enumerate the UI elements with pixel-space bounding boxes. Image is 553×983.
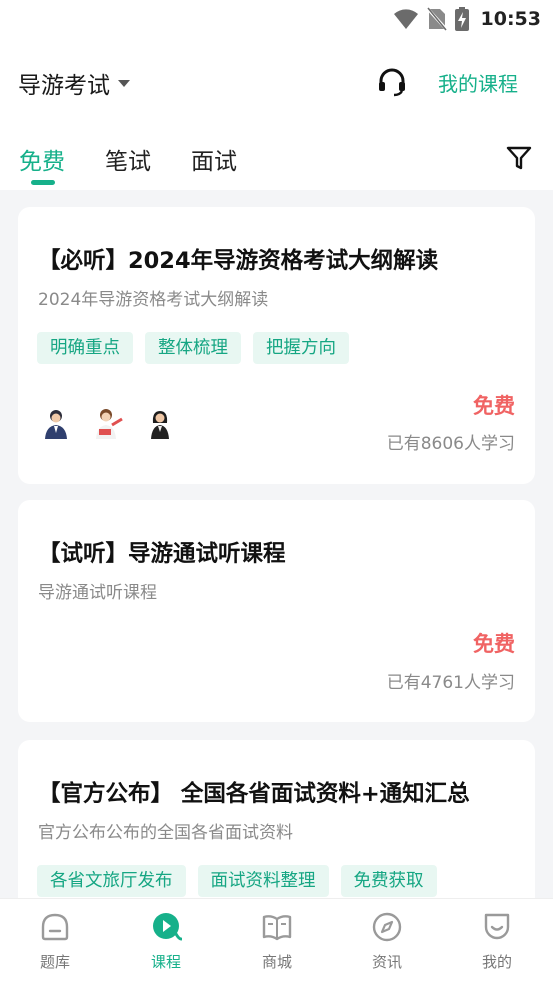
no-sim-icon	[426, 7, 447, 31]
nav-item-news[interactable]: 资讯	[347, 911, 427, 972]
bottom-nav: 题库 课程 商城 资讯 我的	[0, 898, 553, 983]
nav-label: 课程	[150, 953, 181, 971]
nav-item-course[interactable]: 课程	[126, 911, 206, 972]
nav-label: 题库	[39, 953, 70, 971]
course-subtitle: 官方公布公布的全国各省面试资料	[38, 823, 293, 843]
top-section: 10:53 导游考试 我的课程 免费 笔试 面试	[0, 0, 553, 190]
nav-item-profile[interactable]: 我的	[457, 911, 537, 972]
nav-item-question-bank[interactable]: 题库	[15, 911, 95, 972]
course-price: 免费	[473, 632, 515, 656]
filter-icon[interactable]	[505, 144, 533, 172]
teacher-avatar	[36, 402, 76, 442]
exam-selector-label: 导游考试	[18, 73, 110, 99]
nav-label: 我的	[481, 953, 512, 971]
nav-label: 资讯	[371, 953, 402, 971]
course-subtitle: 导游通试听课程	[38, 583, 157, 603]
play-course-icon	[153, 913, 182, 941]
nav-item-mall[interactable]: 商城	[237, 911, 317, 972]
course-tag: 面试资料整理	[197, 865, 329, 897]
course-subtitle: 2024年导游资格考试大纲解读	[38, 290, 269, 310]
status-bar: 10:53	[0, 0, 553, 38]
course-tag: 把握方向	[253, 332, 349, 364]
learner-count: 已有8606人学习	[386, 434, 515, 454]
battery-icon	[454, 7, 469, 31]
course-card[interactable]: 【试听】导游通试听课程 导游通试听课程 免费 已有4761人学习	[18, 500, 535, 722]
compass-news-icon	[372, 912, 402, 942]
course-title: 【必听】2024年导游资格考试大纲解读	[38, 248, 439, 274]
course-title: 【官方公布】 全国各省面试资料+通知汇总	[38, 781, 470, 807]
question-bank-icon	[41, 913, 69, 941]
smile-profile-icon	[484, 913, 510, 940]
teacher-avatars	[36, 402, 180, 442]
course-tag: 明确重点	[37, 332, 133, 364]
book-mall-icon	[262, 915, 292, 941]
header: 导游考试 我的课程	[0, 56, 553, 106]
course-tags: 各省文旅厅发布 面试资料整理 免费获取	[37, 865, 437, 897]
exam-selector[interactable]: 导游考试	[18, 66, 130, 100]
learner-count: 已有4761人学习	[386, 673, 515, 693]
tab-free[interactable]: 免费	[19, 142, 65, 176]
nav-label: 商城	[261, 953, 292, 971]
wifi-icon	[393, 9, 418, 29]
course-tag: 各省文旅厅发布	[37, 865, 186, 897]
course-price: 免费	[473, 394, 515, 418]
course-card[interactable]: 【必听】2024年导游资格考试大纲解读 2024年导游资格考试大纲解读 明确重点…	[18, 207, 535, 484]
course-tag: 免费获取	[340, 865, 437, 897]
status-icons: 10:53	[393, 6, 541, 32]
course-tags: 明确重点 整体梳理 把握方向	[37, 332, 349, 364]
course-title: 【试听】导游通试听课程	[38, 541, 286, 567]
my-courses-link[interactable]: 我的课程	[438, 68, 518, 97]
headset-icon[interactable]	[376, 66, 408, 98]
active-tab-indicator	[31, 180, 55, 185]
teacher-avatar	[88, 402, 128, 442]
tab-interview[interactable]: 面试	[191, 142, 237, 176]
tab-written[interactable]: 笔试	[105, 142, 151, 176]
status-time: 10:53	[480, 8, 541, 30]
course-tabs: 免费 笔试 面试	[0, 138, 553, 188]
caret-down-icon	[118, 79, 130, 87]
course-tag: 整体梳理	[145, 332, 241, 364]
teacher-avatar	[140, 402, 180, 442]
